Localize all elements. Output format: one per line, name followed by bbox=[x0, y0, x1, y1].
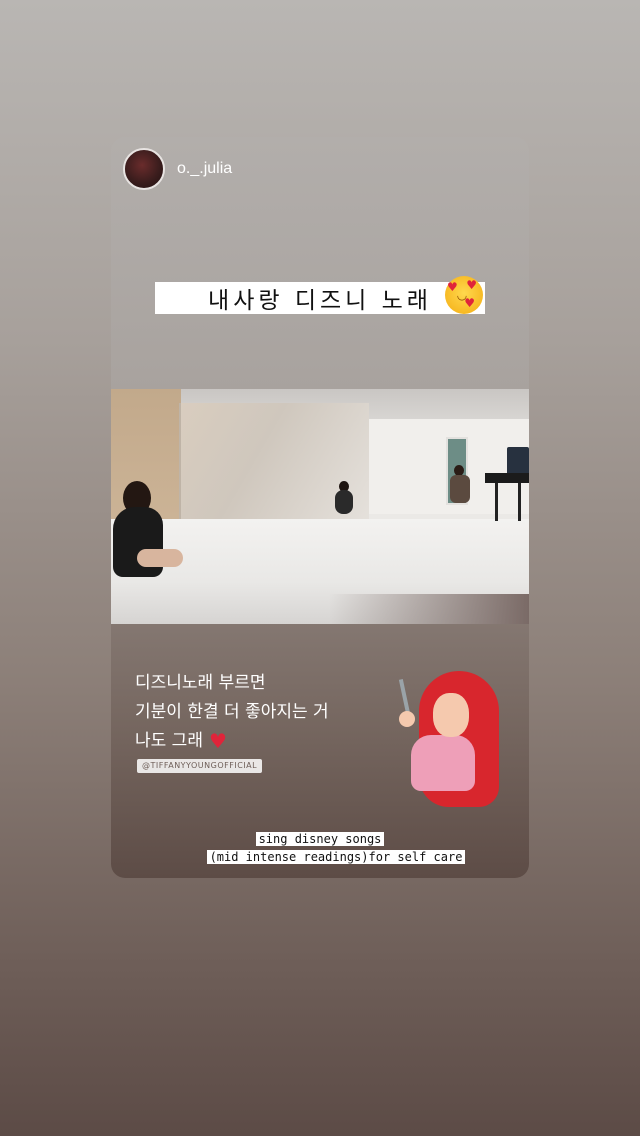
username[interactable]: o._.julia bbox=[177, 160, 232, 178]
caption-text: 디즈니노래 부르면 기분이 한결 더 좋아지는 거 나도 그래 ♥ bbox=[135, 669, 329, 756]
person-reflection bbox=[333, 481, 355, 515]
title-sticker-text: 내사랑 디즈니 노래 bbox=[208, 288, 432, 314]
avatar[interactable] bbox=[123, 148, 165, 190]
story-card[interactable]: o._.julia 내사랑 디즈니 노래 ◡ ♥ ♥ ♥ 디즈니노래 부르면 기… bbox=[111, 137, 529, 878]
bottom-caption-line-2: (mid intense readings)for self care bbox=[206, 850, 466, 864]
video-clip[interactable] bbox=[111, 389, 529, 624]
smiling-face-with-hearts-icon: ◡ ♥ ♥ ♥ bbox=[445, 276, 483, 314]
mention-tag[interactable]: @TIFFANYYOUNGOFFICIAL bbox=[137, 759, 263, 773]
seated-person bbox=[444, 465, 474, 505]
music-stand bbox=[507, 447, 529, 475]
keyboard-piano bbox=[485, 473, 529, 483]
bottom-caption-line-1: sing disney songs bbox=[255, 832, 385, 846]
bottom-caption: sing disney songs (mid intense readings)… bbox=[111, 830, 529, 866]
caption-line-2: 기분이 한결 더 좋아지는 거 bbox=[135, 702, 329, 722]
title-sticker: 내사랑 디즈니 노래 ◡ ♥ ♥ ♥ bbox=[155, 276, 485, 314]
person-sitting bbox=[113, 481, 183, 591]
caption-line-1: 디즈니노래 부르면 bbox=[135, 673, 266, 693]
red-heart-icon: ♥ bbox=[208, 729, 227, 753]
caption-line-3: 나도 그래 bbox=[135, 731, 203, 751]
ariel-sticker bbox=[398, 671, 503, 811]
piano-stand bbox=[495, 483, 521, 521]
caption-line-3-row: 나도 그래 ♥ bbox=[135, 727, 329, 756]
story-header: o._.julia bbox=[123, 148, 232, 190]
